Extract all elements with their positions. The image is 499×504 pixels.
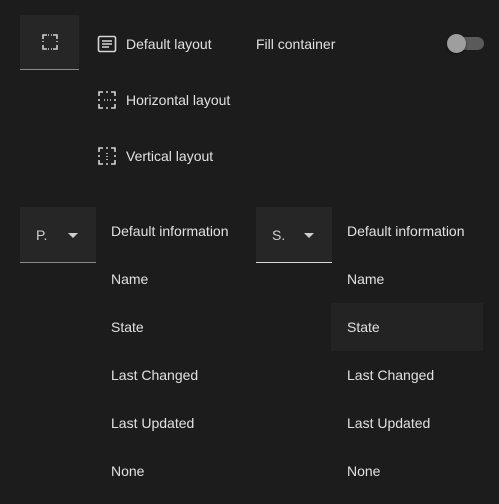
chevron-down-icon — [68, 233, 78, 238]
menu-item-none[interactable]: None — [95, 447, 247, 495]
vertical-frame-icon — [97, 146, 117, 166]
secondary-select-value: S. — [272, 226, 286, 243]
menu-item-state[interactable]: State — [95, 303, 247, 351]
vertical-layout-option[interactable]: Vertical layout — [97, 146, 213, 166]
menu-item-last-updated[interactable]: Last Updated — [95, 399, 247, 447]
menu-item-name[interactable]: Name — [95, 255, 247, 303]
menu-item-default-information[interactable]: Default information — [331, 207, 483, 255]
menu-item-state[interactable]: State — [331, 303, 483, 351]
list-layout-icon — [97, 34, 117, 54]
primary-select-value: P. — [36, 226, 48, 243]
secondary-select[interactable]: S. — [256, 207, 332, 263]
horizontal-layout-option[interactable]: Horizontal layout — [97, 90, 230, 110]
horizontal-layout-label: Horizontal layout — [126, 92, 231, 108]
fill-container-toggle[interactable] — [447, 34, 484, 53]
primary-select-menu: Default information Name State Last Chan… — [95, 207, 247, 495]
menu-item-last-changed[interactable]: Last Changed — [331, 351, 483, 399]
toggle-thumb — [447, 34, 466, 53]
menu-item-last-changed[interactable]: Last Changed — [95, 351, 247, 399]
vertical-layout-label: Vertical layout — [126, 148, 214, 164]
menu-item-default-information[interactable]: Default information — [95, 207, 247, 255]
fill-container-label: Fill container — [256, 36, 336, 52]
menu-item-none[interactable]: None — [331, 447, 483, 495]
horizontal-frame-icon — [97, 90, 117, 110]
focus-frame-icon — [41, 34, 58, 50]
menu-item-last-updated[interactable]: Last Updated — [331, 399, 483, 447]
default-layout-label: Default layout — [126, 36, 212, 52]
chevron-down-icon — [304, 233, 314, 238]
menu-item-name[interactable]: Name — [331, 255, 483, 303]
layout-picker[interactable] — [20, 15, 79, 70]
primary-select[interactable]: P. — [20, 207, 96, 263]
default-layout-option[interactable]: Default layout — [97, 34, 212, 54]
secondary-select-menu: Default information Name State Last Chan… — [331, 207, 483, 495]
